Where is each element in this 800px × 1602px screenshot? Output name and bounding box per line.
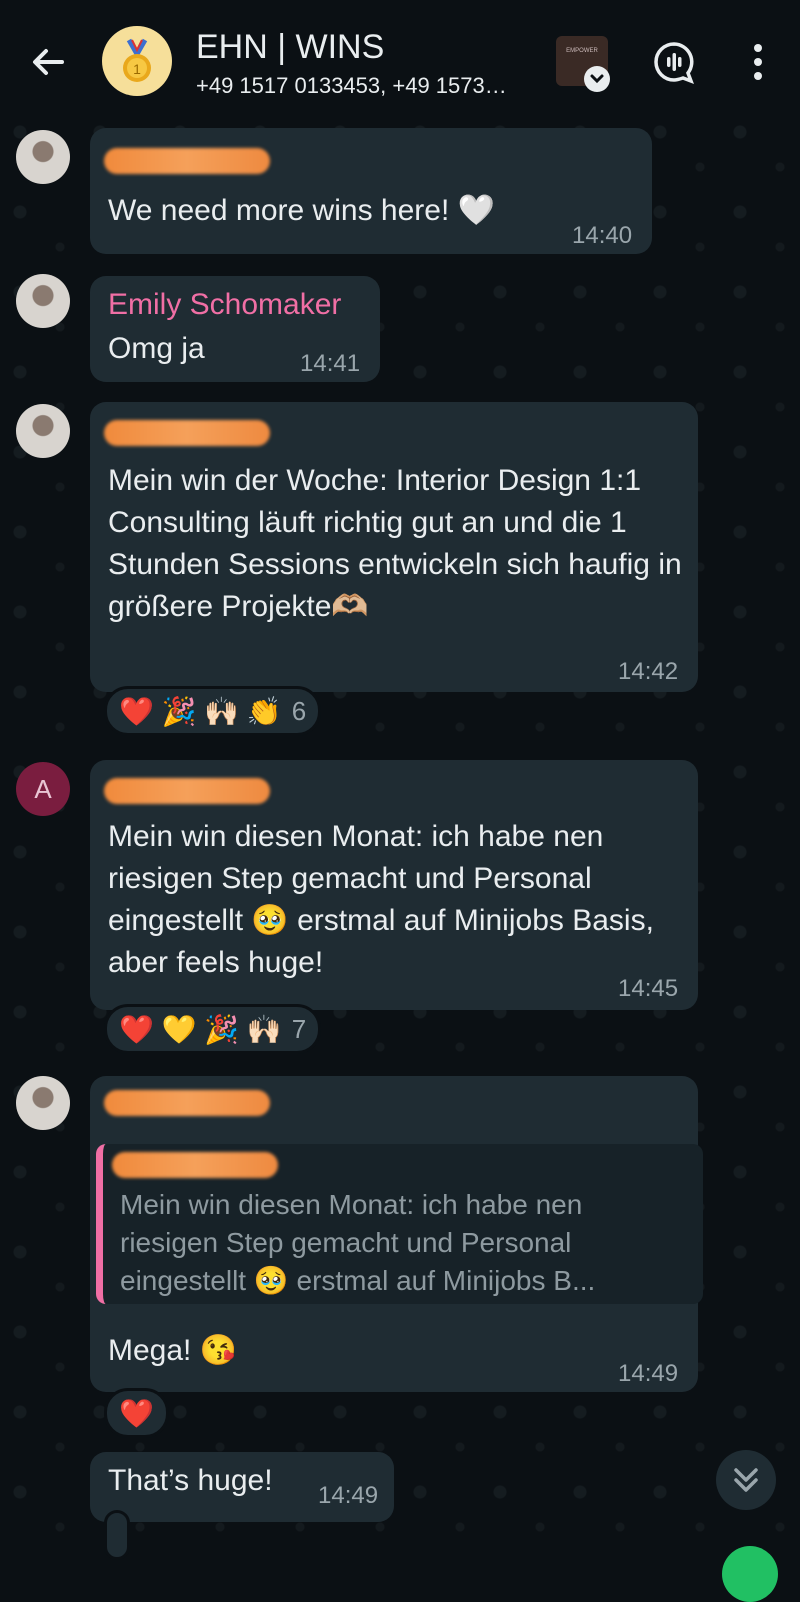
sender-avatar[interactable] bbox=[16, 1076, 70, 1130]
redacted-sender-name bbox=[104, 778, 270, 804]
message-text: Omg ja bbox=[108, 332, 205, 365]
reaction-count: 6 bbox=[291, 695, 307, 726]
message-time: 14:49 bbox=[618, 1360, 679, 1387]
message-time: 14:49 bbox=[318, 1482, 379, 1509]
reactions-bar[interactable]: ❤️ 🎉 🙌🏻 👏 6 bbox=[104, 686, 322, 736]
message-text: Mein win der Woche: Interior Design 1:1 … bbox=[108, 464, 682, 623]
message-time: 14:42 bbox=[618, 658, 679, 685]
reaction-count: 7 bbox=[291, 1013, 307, 1044]
message-time: 14:40 bbox=[572, 222, 633, 249]
medal-icon: 1 bbox=[123, 38, 151, 82]
message-text: Mega! 😘 bbox=[108, 1334, 238, 1367]
chevron-down-icon[interactable] bbox=[584, 66, 610, 92]
quoted-message-text: Mein win diesen Monat: ich habe nen ries… bbox=[120, 1189, 596, 1296]
redacted-sender-name bbox=[104, 420, 270, 446]
sender-avatar[interactable] bbox=[16, 404, 70, 458]
back-button[interactable] bbox=[26, 40, 70, 84]
voice-chat-icon bbox=[654, 42, 694, 84]
sender-name[interactable]: Emily Schomaker bbox=[108, 288, 341, 322]
floating-action-button[interactable] bbox=[722, 1546, 778, 1602]
message-text: Mein win diesen Monat: ich habe nen ries… bbox=[108, 820, 654, 979]
message-text: That’s huge! bbox=[108, 1464, 273, 1497]
sender-avatar[interactable]: A bbox=[16, 762, 70, 816]
arrow-left-icon bbox=[33, 49, 64, 75]
redacted-sender-name bbox=[104, 1090, 270, 1116]
reactions-bar[interactable] bbox=[104, 1510, 130, 1560]
scroll-to-bottom-button[interactable] bbox=[716, 1450, 776, 1510]
avatar-letter: A bbox=[34, 774, 52, 804]
message-time: 14:41 bbox=[300, 350, 361, 377]
reaction-emojis: ❤️ bbox=[119, 1397, 154, 1429]
voice-chat-button[interactable] bbox=[652, 40, 696, 84]
group-title[interactable]: EHN | WINS bbox=[196, 28, 384, 67]
reactions-bar[interactable]: ❤️ 💛 🎉 🙌🏻 7 bbox=[104, 1004, 322, 1054]
sender-avatar[interactable] bbox=[16, 130, 70, 184]
sender-avatar[interactable] bbox=[16, 274, 70, 328]
chat-header: 1 EHN | WINS +49 1517 0133453, +49 1573…… bbox=[0, 0, 800, 112]
reaction-emojis: ❤️ 🎉 🙌🏻 👏 bbox=[119, 695, 282, 727]
group-participants[interactable]: +49 1517 0133453, +49 1573… bbox=[196, 73, 536, 99]
reactions-bar[interactable]: ❤️ bbox=[104, 1388, 169, 1438]
reaction-emojis: ❤️ 💛 🎉 🙌🏻 bbox=[119, 1013, 282, 1045]
double-chevron-down-icon bbox=[734, 1468, 758, 1492]
thumbnail-label: EMPOWER bbox=[566, 48, 598, 54]
svg-text:1: 1 bbox=[133, 61, 141, 77]
message-time: 14:45 bbox=[618, 975, 679, 1002]
redacted-quoted-sender bbox=[112, 1152, 278, 1178]
more-options-button[interactable] bbox=[744, 42, 772, 82]
message-text: We need more wins here! 🤍 bbox=[108, 194, 495, 227]
redacted-sender-name bbox=[104, 148, 270, 174]
more-vertical-icon bbox=[754, 44, 762, 80]
group-avatar[interactable]: 1 bbox=[102, 26, 172, 96]
